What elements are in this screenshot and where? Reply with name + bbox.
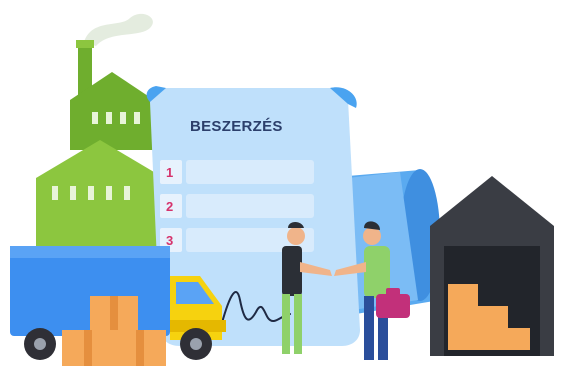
smoke (84, 13, 153, 46)
step-number-1: 1 (166, 165, 173, 180)
step-number-2: 2 (166, 199, 173, 214)
factory-icon (36, 40, 164, 250)
step-number-3: 3 (166, 233, 173, 248)
document-title: BESZERZÉS (190, 118, 283, 135)
procurement-illustration: BESZERZÉS 1 2 3 (10, 13, 554, 366)
